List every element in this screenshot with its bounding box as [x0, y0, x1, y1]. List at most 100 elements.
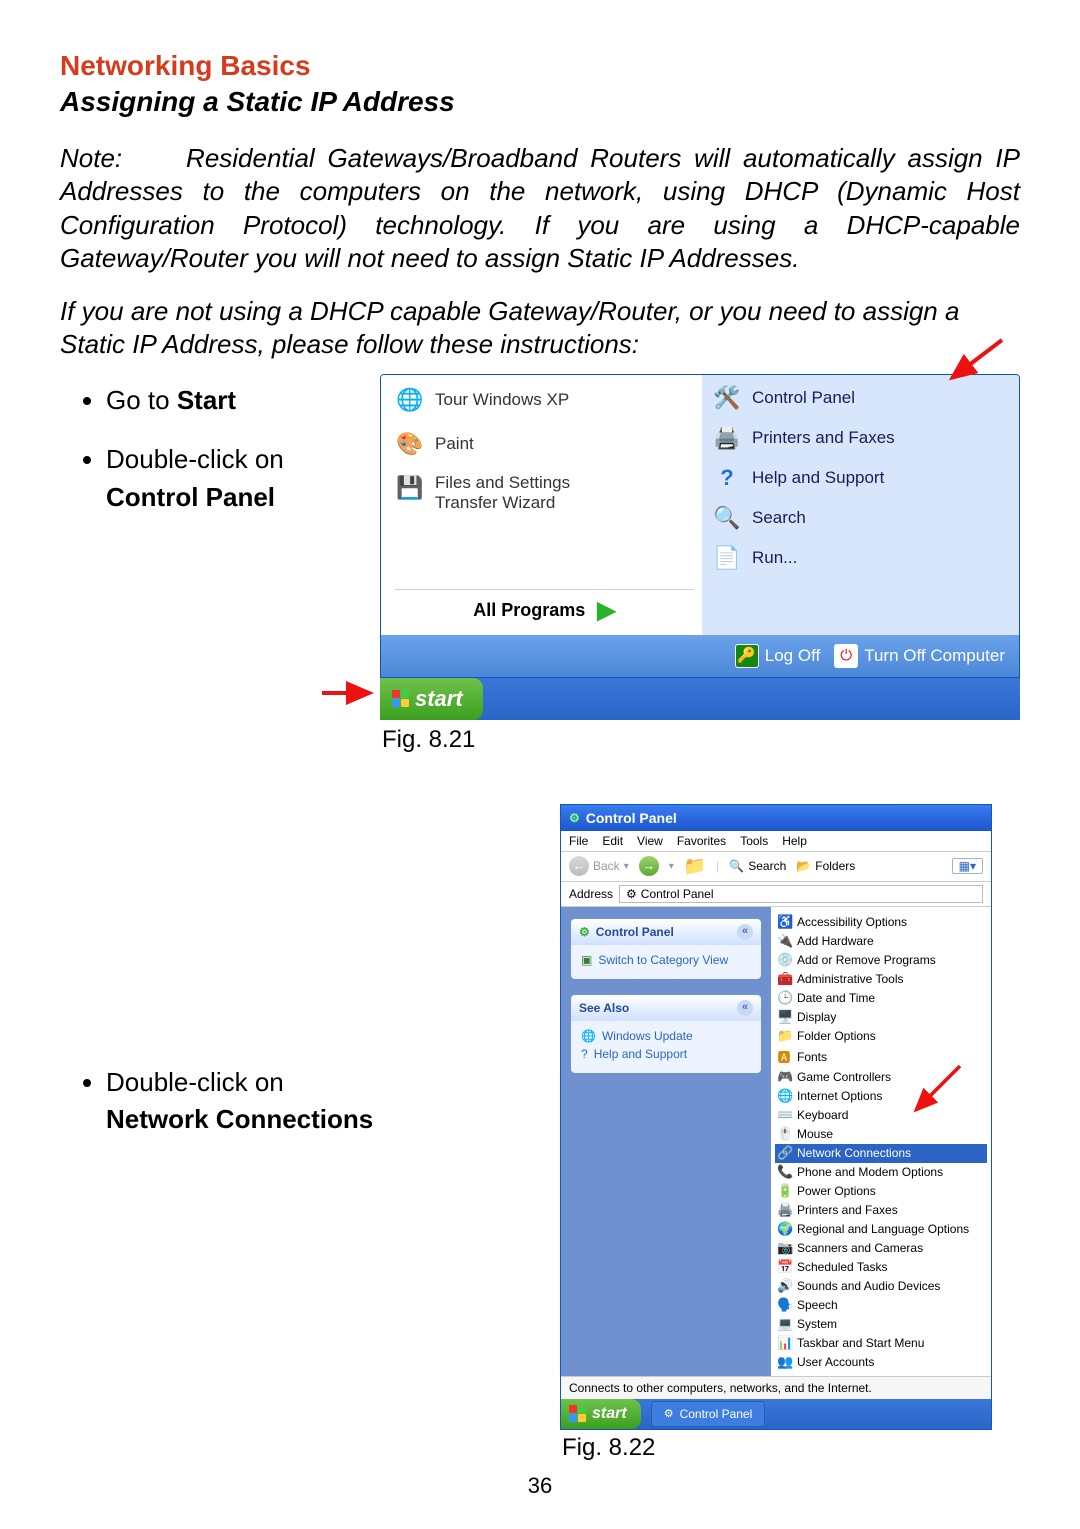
- system-icon: 💻: [777, 1316, 791, 1332]
- note-paragraph: Note: Residential Gateways/Broadband Rou…: [60, 142, 1020, 275]
- cp-item-network-connections[interactable]: 🔗Network Connections: [775, 1144, 987, 1163]
- cp-item-label: System: [797, 1317, 837, 1331]
- cp-item-scheduled[interactable]: 📅Scheduled Tasks: [775, 1258, 987, 1277]
- cp-item-label: Keyboard: [797, 1108, 848, 1122]
- switch-view-link[interactable]: ▣Switch to Category View: [581, 951, 751, 969]
- turnoff-button[interactable]: ⏻ Turn Off Computer: [834, 644, 1005, 668]
- start-menu-screenshot: 🌐 Tour Windows XP 🎨 Paint 💾 Files and Se…: [380, 374, 1020, 720]
- cp-item-display[interactable]: 🖥️Display: [775, 1008, 987, 1027]
- programs-icon: 💿: [777, 952, 791, 968]
- annotation-arrow-icon: [320, 678, 378, 708]
- views-button[interactable]: ▦▾: [952, 858, 983, 874]
- start-menu-item-printers[interactable]: 🖨️ Printers and Faxes: [712, 423, 1011, 453]
- menu-file[interactable]: File: [569, 834, 588, 848]
- collapse-icon[interactable]: «: [737, 1000, 753, 1016]
- admin-tools-icon: 🧰: [777, 971, 791, 987]
- menu-view[interactable]: View: [637, 834, 663, 848]
- list-item: Double-click on Control Panel: [106, 441, 360, 516]
- cp-item-label: Regional and Language Options: [797, 1222, 969, 1236]
- cp-item-system[interactable]: 💻 System: [775, 1315, 987, 1334]
- list-item-bold: Network Connections: [106, 1104, 373, 1134]
- start-button-label: start: [592, 1405, 627, 1423]
- cp-item-taskbar[interactable]: 📊Taskbar and Start Menu: [775, 1334, 987, 1353]
- menu-bar: File Edit View Favorites Tools Help: [561, 831, 991, 852]
- menu-tools[interactable]: Tools: [740, 834, 768, 848]
- collapse-icon[interactable]: «: [737, 924, 753, 940]
- link-label: Windows Update: [602, 1029, 693, 1043]
- cp-item-label: Add or Remove Programs: [797, 953, 936, 967]
- menu-item-label: Paint: [435, 434, 474, 454]
- pane-title: See Also: [579, 1001, 629, 1015]
- start-menu-item-control-panel[interactable]: 🛠️ Control Panel: [712, 383, 1011, 413]
- cp-item-regional[interactable]: 🌍 Regional and Language Options: [775, 1220, 987, 1239]
- dropdown-caret-icon: ▾: [669, 861, 674, 872]
- cp-item-label: Taskbar and Start Menu: [797, 1336, 924, 1350]
- cp-item-power[interactable]: 🔋Power Options: [775, 1182, 987, 1201]
- cp-item-mouse[interactable]: 🖱️Mouse: [775, 1125, 987, 1144]
- cp-item-sounds[interactable]: 🔊Sounds and Audio Devices: [775, 1277, 987, 1296]
- taskbar-button-control-panel[interactable]: ⚙ Control Panel: [651, 1401, 766, 1427]
- annotation-arrow-icon: [942, 336, 1012, 386]
- figure-caption: Fig. 8.21: [382, 726, 1020, 754]
- cp-item-label: Network Connections: [797, 1146, 911, 1160]
- cp-item-label: Administrative Tools: [797, 972, 904, 986]
- address-label: Address: [569, 887, 613, 901]
- cp-item-label: Phone and Modem Options: [797, 1165, 943, 1179]
- cp-item-scanners[interactable]: 📷Scanners and Cameras: [775, 1239, 987, 1258]
- section-heading: Networking Basics: [60, 50, 1020, 82]
- up-folder-button[interactable]: 📁: [684, 856, 706, 877]
- run-icon: 📄: [712, 543, 742, 573]
- folders-icon: 📂: [796, 859, 811, 873]
- cp-item-date-time[interactable]: 🕒Date and Time: [775, 989, 987, 1008]
- start-menu-item-run[interactable]: 📄 Run...: [712, 543, 1011, 573]
- start-menu-item-paint[interactable]: 🎨 Paint: [395, 429, 694, 459]
- globe-icon: 🌍: [777, 1221, 791, 1237]
- logoff-icon: 🔑: [735, 644, 759, 668]
- cp-item-speech[interactable]: 🗣️Speech: [775, 1296, 987, 1315]
- all-programs-label: All Programs: [473, 600, 585, 621]
- printer-icon: 🖨️: [712, 423, 742, 453]
- window-titlebar: ⚙ Control Panel: [561, 805, 991, 831]
- menu-item-label: Search: [752, 508, 806, 528]
- menu-help[interactable]: Help: [782, 834, 807, 848]
- cp-item-phone-modem[interactable]: 📞Phone and Modem Options: [775, 1163, 987, 1182]
- windows-update-link[interactable]: 🌐Windows Update: [581, 1027, 751, 1045]
- cp-item-printers[interactable]: 🖨️Printers and Faxes: [775, 1201, 987, 1220]
- cp-item-label: Speech: [797, 1298, 838, 1312]
- start-menu-item-tour[interactable]: 🌐 Tour Windows XP: [395, 385, 694, 415]
- back-button[interactable]: ←Back▾: [569, 856, 629, 876]
- logoff-button[interactable]: 🔑 Log Off: [735, 644, 820, 668]
- start-menu-item-fstw[interactable]: 💾 Files and Settings Transfer Wizard: [395, 473, 694, 513]
- cp-item-user-accounts[interactable]: 👥User Accounts: [775, 1353, 987, 1372]
- start-button[interactable]: start: [561, 1399, 641, 1429]
- cp-item-accessibility[interactable]: ♿Accessibility Options: [775, 913, 987, 932]
- all-programs-button[interactable]: All Programs ▶: [395, 589, 694, 629]
- cp-item-add-hardware[interactable]: 🔌Add Hardware: [775, 932, 987, 951]
- cp-item-add-remove[interactable]: 💿 Add or Remove Programs: [775, 951, 987, 970]
- forward-button[interactable]: →: [639, 856, 659, 876]
- folders-button[interactable]: 📂Folders: [796, 859, 855, 873]
- cp-item-folder-options[interactable]: 📁Folder Options: [775, 1027, 987, 1046]
- list-item: Go to Start: [106, 382, 360, 420]
- menu-item-label: Run...: [752, 548, 797, 568]
- start-menu-item-search[interactable]: 🔍 Search: [712, 503, 1011, 533]
- note-body: Residential Gateways/Broadband Routers w…: [60, 143, 1020, 273]
- start-button[interactable]: start: [380, 678, 483, 720]
- menu-edit[interactable]: Edit: [602, 834, 623, 848]
- window-title: Control Panel: [586, 810, 677, 826]
- cp-item-label: Folder Options: [797, 1029, 876, 1043]
- address-field[interactable]: ⚙ Control Panel: [619, 885, 983, 903]
- power-icon: ⏻: [834, 644, 858, 668]
- help-support-link[interactable]: ?Help and Support: [581, 1045, 751, 1063]
- start-menu-item-help[interactable]: ? Help and Support: [712, 463, 1011, 493]
- cp-item-admin-tools[interactable]: 🧰 Administrative Tools: [775, 970, 987, 989]
- search-button[interactable]: 🔍Search: [729, 859, 786, 873]
- search-icon: 🔍: [712, 503, 742, 533]
- menu-favorites[interactable]: Favorites: [677, 834, 726, 848]
- control-panel-item-list: ♿Accessibility Options 🔌Add Hardware 💿 Ad…: [771, 907, 991, 1376]
- menu-item-label: Control Panel: [752, 388, 855, 408]
- menu-item-label: Printers and Faxes: [752, 428, 895, 448]
- fonts-icon: 🅰: [777, 1047, 791, 1066]
- power-icon: 🔋: [777, 1183, 791, 1199]
- pane-title: Control Panel: [596, 925, 674, 939]
